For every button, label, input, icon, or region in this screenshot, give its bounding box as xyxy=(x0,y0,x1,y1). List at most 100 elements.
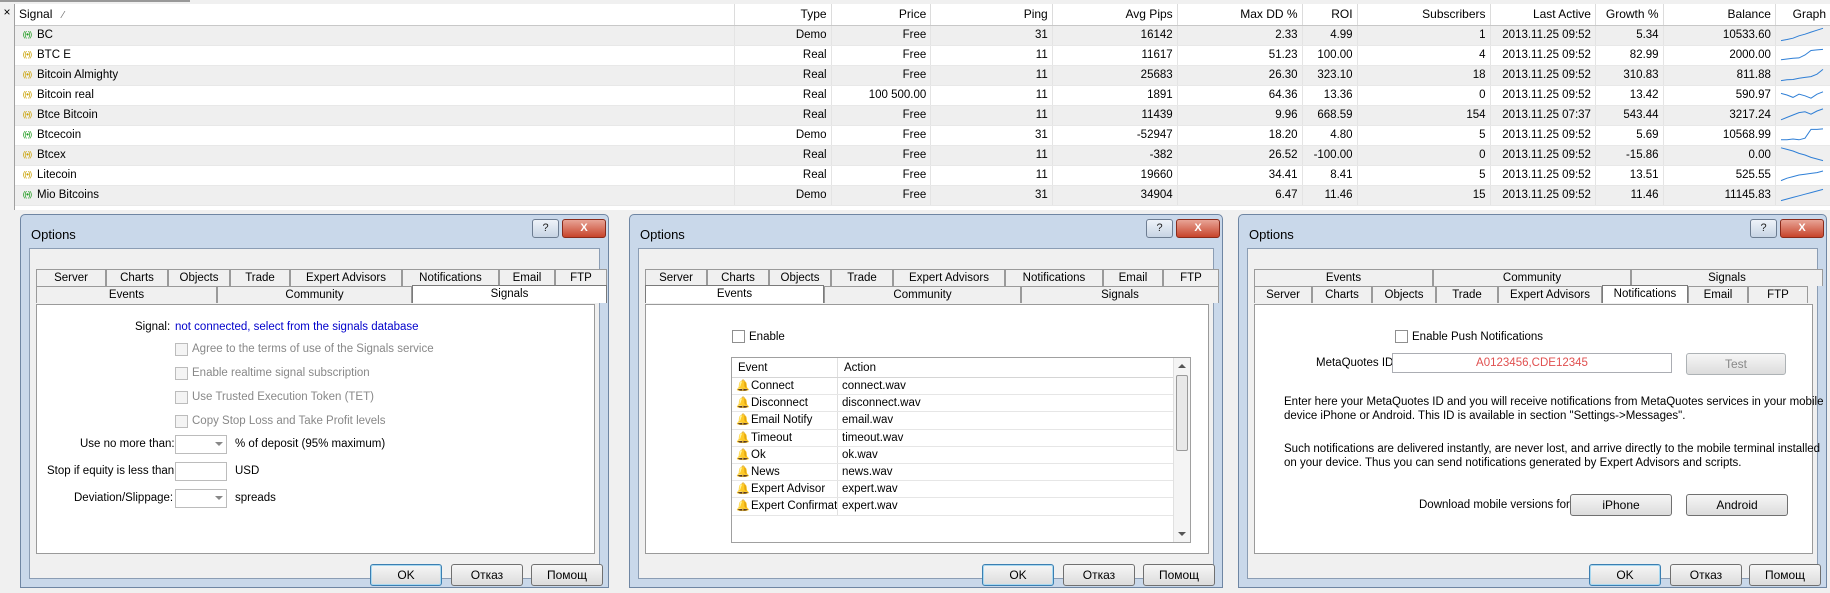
agree-terms-checkbox[interactable] xyxy=(175,343,188,356)
list-item[interactable]: 🔔News news.wav xyxy=(732,463,1173,482)
scroll-thumb[interactable] xyxy=(1176,375,1188,451)
tab-server[interactable]: Server xyxy=(36,269,106,286)
signal-name-cell[interactable]: ((•)) Bitcoin Almighty xyxy=(15,65,736,86)
column-header-last-active[interactable]: Last Active xyxy=(1490,4,1596,26)
table-row[interactable]: ((•)) Mio Bitcoins Demo Free 31 34904 6.47 11.4… xyxy=(15,185,1830,206)
deposit-percent-combo[interactable] xyxy=(175,435,227,454)
column-header-action[interactable]: Action xyxy=(838,358,1173,377)
tab-charts[interactable]: Charts xyxy=(106,269,168,286)
tab-notifications[interactable]: Notifications xyxy=(1005,269,1103,286)
signal-name-cell[interactable]: ((•)) Bitcoin real xyxy=(15,85,736,106)
signal-name-cell[interactable]: ((•)) BTC E xyxy=(15,45,736,66)
tab-community[interactable]: Community xyxy=(1433,269,1631,286)
tab-charts[interactable]: Charts xyxy=(707,269,769,286)
events-scrollbar[interactable] xyxy=(1173,358,1190,542)
table-row[interactable]: ((•)) BC Demo Free 31 16142 2.33 4.99 1 2013.11.2… xyxy=(15,25,1830,46)
deviation-combo[interactable] xyxy=(175,489,227,508)
tab-notifications[interactable]: Notifications xyxy=(1602,285,1688,303)
tab-ftp[interactable]: FTP xyxy=(1748,286,1808,303)
column-header-max-dd[interactable]: Max DD % xyxy=(1177,4,1303,26)
tab-ftp[interactable]: FTP xyxy=(555,269,607,286)
help-title-button[interactable]: ? xyxy=(1750,219,1777,238)
help-title-button[interactable]: ? xyxy=(532,219,559,238)
column-header-type[interactable]: Type xyxy=(734,4,832,26)
table-row[interactable]: ((•)) Bitcoin Almighty Real Free 11 25683 26.3… xyxy=(15,65,1830,86)
signal-name-cell[interactable]: ((•)) Litecoin xyxy=(15,165,736,186)
ok-button[interactable]: OK xyxy=(370,564,442,586)
list-item[interactable]: 🔔Expert Advisor expert.wav xyxy=(732,481,1173,499)
ok-button[interactable]: OK xyxy=(982,564,1054,586)
tab-signals[interactable]: Signals xyxy=(412,285,607,303)
signal-name-cell[interactable]: ((•)) Btcex xyxy=(15,145,736,166)
help-button[interactable]: Помощ xyxy=(1749,564,1821,586)
list-item[interactable]: 🔔Expert Confirmation expert.wav xyxy=(732,498,1173,516)
ok-button[interactable]: OK xyxy=(1589,564,1661,586)
tab-signals[interactable]: Signals xyxy=(1631,269,1823,286)
tab-email[interactable]: Email xyxy=(1103,269,1163,286)
realtime-subscription-checkbox[interactable] xyxy=(175,367,188,380)
tab-community[interactable]: Community xyxy=(824,286,1021,303)
iphone-button[interactable]: iPhone xyxy=(1570,494,1672,516)
tab-events[interactable]: Events xyxy=(1254,269,1433,286)
list-item[interactable]: 🔔Connect connect.wav xyxy=(732,378,1173,396)
tab-email[interactable]: Email xyxy=(1688,286,1748,303)
tab-objects[interactable]: Objects xyxy=(1372,286,1436,303)
list-item[interactable]: 🔔Timeout timeout.wav xyxy=(732,429,1173,447)
tab-notifications[interactable]: Notifications xyxy=(402,269,499,286)
column-header-graph[interactable]: Graph xyxy=(1775,4,1830,26)
enable-push-checkbox[interactable] xyxy=(1395,330,1408,343)
test-button[interactable]: Test xyxy=(1686,353,1786,375)
tab-trade[interactable]: Trade xyxy=(230,269,290,286)
table-row[interactable]: ((•)) Litecoin Real Free 11 19660 34.41 8.41 5 20… xyxy=(15,165,1830,186)
tab-expert-advisors[interactable]: Expert Advisors xyxy=(893,269,1005,286)
cancel-button[interactable]: Отказ xyxy=(451,564,523,586)
list-item[interactable]: 🔔Email Notify email.wav xyxy=(732,412,1173,430)
close-dialog-button[interactable]: X xyxy=(1780,219,1824,238)
tab-signals[interactable]: Signals xyxy=(1021,286,1219,303)
list-item[interactable]: 🔔Ok ok.wav xyxy=(732,446,1173,464)
enable-events-checkbox[interactable] xyxy=(732,330,745,343)
tab-trade[interactable]: Trade xyxy=(831,269,893,286)
list-item[interactable]: 🔔Disconnect disconnect.wav xyxy=(732,395,1173,413)
table-row[interactable]: ((•)) Btcex Real Free 11 -382 26.52 -100.00 0 201… xyxy=(15,145,1830,166)
tab-ftp[interactable]: FTP xyxy=(1163,269,1219,286)
help-button[interactable]: Помощ xyxy=(531,564,603,586)
tab-events[interactable]: Events xyxy=(36,286,217,303)
table-row[interactable]: ((•)) Bitcoin real Real 100 500.00 11 1891 64.… xyxy=(15,85,1830,106)
signal-name-cell[interactable]: ((•)) Btcecoin xyxy=(15,125,736,146)
tab-community[interactable]: Community xyxy=(217,286,412,303)
tab-charts[interactable]: Charts xyxy=(1312,286,1372,303)
tet-checkbox[interactable] xyxy=(175,391,188,404)
android-button[interactable]: Android xyxy=(1686,494,1788,516)
column-header-growth[interactable]: Growth % xyxy=(1595,4,1664,26)
metaquotes-id-input[interactable]: A0123456,CDE12345 xyxy=(1392,353,1672,373)
tab-trade[interactable]: Trade xyxy=(1436,286,1498,303)
table-row[interactable]: ((•)) Btce Bitcoin Real Free 11 11439 9.96 668.… xyxy=(15,105,1830,126)
table-row[interactable]: ((•)) BTC E Real Free 11 11617 51.23 100.00 4 201… xyxy=(15,45,1830,66)
column-header-ping[interactable]: Ping xyxy=(930,4,1053,26)
tab-objects[interactable]: Objects xyxy=(168,269,230,286)
signal-database-link[interactable]: not connected, select from the signals d… xyxy=(175,321,419,333)
column-header-balance[interactable]: Balance xyxy=(1663,4,1776,26)
column-header-signal[interactable]: Signal ⁄ xyxy=(15,4,736,26)
tab-expert-advisors[interactable]: Expert Advisors xyxy=(1498,286,1602,303)
column-header-roi[interactable]: ROI xyxy=(1302,4,1358,26)
tab-events[interactable]: Events xyxy=(645,285,824,303)
tab-server[interactable]: Server xyxy=(645,269,707,286)
close-dialog-button[interactable]: X xyxy=(562,219,606,238)
column-header-avg-pips[interactable]: Avg Pips xyxy=(1052,4,1178,26)
scroll-up-icon[interactable] xyxy=(1178,364,1186,368)
table-row[interactable]: ((•)) Btcecoin Demo Free 31 -52947 18.20 4.80 5 2… xyxy=(15,125,1830,146)
column-header-price[interactable]: Price xyxy=(831,4,932,26)
column-header-event[interactable]: Event xyxy=(732,358,838,377)
column-header-subscribers[interactable]: Subscribers xyxy=(1357,4,1491,26)
help-button[interactable]: Помощ xyxy=(1143,564,1215,586)
scroll-down-icon[interactable] xyxy=(1178,532,1186,536)
cancel-button[interactable]: Отказ xyxy=(1670,564,1742,586)
tab-email[interactable]: Email xyxy=(499,269,555,286)
help-title-button[interactable]: ? xyxy=(1146,219,1173,238)
close-dialog-button[interactable]: X xyxy=(1176,219,1220,238)
copy-sl-tp-checkbox[interactable] xyxy=(175,415,188,428)
close-panel-icon[interactable]: × xyxy=(0,3,14,21)
signal-name-cell[interactable]: ((•)) Mio Bitcoins xyxy=(15,185,736,206)
